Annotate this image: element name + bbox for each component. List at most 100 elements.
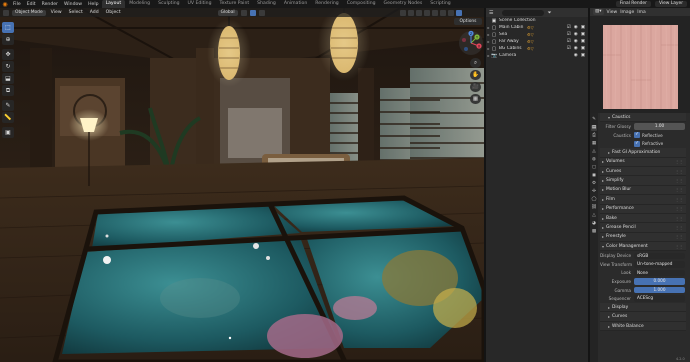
section-motion-blur[interactable]: ▸ Motion Blur ⋮⋮	[600, 185, 686, 196]
menu-help[interactable]: Help	[85, 2, 101, 7]
physics-tab-icon[interactable]: ◯	[591, 197, 597, 203]
eye-icon[interactable]: ◉	[574, 53, 578, 58]
workspace-tab-rendering[interactable]: Rendering	[311, 0, 342, 8]
outliner-search-input[interactable]	[502, 9, 545, 16]
outliner-row[interactable]: ▸ 📷 Camera ◉ ▣	[486, 52, 588, 59]
menu-select[interactable]: Select	[67, 10, 85, 15]
overlay-toggle-icon[interactable]	[416, 9, 422, 16]
section-volumes[interactable]: ▸ Volumes ⋮⋮	[600, 157, 686, 167]
section-film[interactable]: ▸ Film ⋮⋮	[600, 195, 686, 205]
section-color-management[interactable]: ▾ Color Management ⋮⋮	[600, 242, 686, 252]
camera-render-icon[interactable]: ▣	[581, 32, 585, 37]
wood-texture-preview[interactable]	[603, 25, 678, 109]
visibility-icon[interactable]	[400, 9, 406, 16]
outliner-row-scene-collection[interactable]: ▣ Scene Collection	[486, 17, 588, 24]
exposure-field[interactable]: 0.000	[634, 278, 685, 285]
section-white-balance[interactable]: ▸ White Balance	[600, 321, 686, 332]
gamma-field[interactable]: 1.000	[634, 286, 685, 294]
transform-orientation-selector[interactable]: Global	[217, 9, 238, 16]
workspace-tab-shading[interactable]: Shading	[253, 0, 280, 8]
section-simplify[interactable]: ▸ Simplify ⋮⋮	[600, 176, 686, 186]
filter-icon[interactable]: ⏷	[547, 10, 551, 16]
object-tab-icon[interactable]: ◼	[591, 173, 597, 179]
rotate-tool-button[interactable]: ↻	[2, 61, 14, 72]
eye-icon[interactable]: ◉	[574, 25, 578, 30]
image-editor-type-icon[interactable]: ▨▾	[593, 9, 604, 15]
move-tool-button[interactable]: ✥	[2, 49, 14, 60]
render-tab-icon[interactable]: ▤	[591, 125, 597, 131]
pivot-icon[interactable]	[240, 9, 247, 16]
options-button[interactable]: Options	[454, 18, 482, 25]
scale-tool-button[interactable]: ⬓	[2, 73, 14, 84]
eye-icon[interactable]: ◉	[574, 46, 578, 51]
workspace-tab-uv-editing[interactable]: UV Editing	[184, 0, 216, 8]
display-device-dropdown[interactable]: sRGB	[634, 252, 685, 260]
section-freestyle[interactable]: ▸ Freestyle ⋮⋮	[600, 232, 686, 243]
drag-handle-icon[interactable]: ⋮⋮	[675, 187, 686, 192]
view-layer-tab-icon[interactable]: ▦	[591, 141, 597, 147]
checkbox-icon[interactable]: ☑	[567, 32, 571, 37]
camera-render-icon[interactable]: ▣	[581, 53, 585, 58]
camera-view-button[interactable]: 🎥	[470, 82, 481, 92]
reflective-checkbox[interactable]: ✓	[634, 132, 640, 139]
pan-button[interactable]: ✋	[470, 70, 481, 80]
eye-icon[interactable]: ◉	[574, 39, 578, 44]
drag-handle-icon[interactable]: ⋮⋮	[675, 216, 686, 221]
drag-handle-icon[interactable]: ⋮⋮	[675, 234, 686, 239]
section-display[interactable]: ▸ Display	[600, 303, 686, 313]
gizmo-toggle-icon[interactable]	[408, 9, 414, 16]
workspace-tab-layout[interactable]: Layout	[101, 0, 126, 8]
select-tool-button[interactable]: ⬚	[2, 22, 14, 33]
menu-object[interactable]: Object	[104, 10, 123, 15]
drag-handle-icon[interactable]: ⋮⋮	[675, 159, 686, 164]
blender-logo-icon[interactable]: ◉	[0, 0, 10, 8]
workspace-tab-modeling[interactable]: Modeling	[125, 0, 154, 8]
viewport-3d[interactable]	[0, 8, 484, 362]
measure-tool-button[interactable]: 📏	[2, 112, 14, 123]
snap-icon[interactable]	[249, 9, 256, 16]
shading-material-icon[interactable]	[448, 9, 454, 16]
world-tab-icon[interactable]: ◍	[591, 157, 597, 163]
outliner-row[interactable]: ▸ ▢ Sea ⚙▽ ☑ ◉ ▣	[486, 31, 588, 38]
perspective-toggle-button[interactable]: ▦	[470, 94, 481, 104]
menu-view[interactable]: View	[607, 10, 618, 15]
workspace-tab-compositing[interactable]: Compositing	[343, 0, 380, 8]
annotate-tool-button[interactable]: ✎	[2, 100, 14, 111]
outliner-row[interactable]: ▸ ▢ BG Cabins ⚙▽ ☑ ◉ ▣	[486, 45, 588, 52]
particles-tab-icon[interactable]: ✣	[591, 189, 597, 195]
modifier-tab-icon[interactable]: ⚙	[591, 181, 597, 187]
scene-tab-icon[interactable]: ◬	[591, 149, 597, 155]
section-caustics[interactable]: ▾ Caustics	[600, 113, 686, 123]
output-tab-icon[interactable]: ⎙	[591, 133, 597, 139]
menu-window[interactable]: Window	[61, 2, 85, 7]
section-performance[interactable]: ▸ Performance ⋮⋮	[600, 204, 686, 214]
transform-tool-button[interactable]: ⧉	[2, 85, 14, 96]
workspace-tab-scripting[interactable]: Scripting	[426, 0, 454, 8]
shading-solid-icon[interactable]	[440, 9, 446, 16]
cursor-tool-button[interactable]: ⊕	[2, 34, 14, 45]
navigation-gizmo[interactable]: X Y Z	[458, 30, 484, 56]
collection-tab-icon[interactable]: ▢	[591, 165, 597, 171]
menu-image-extra[interactable]: Ima	[637, 10, 645, 15]
workspace-tab-geometry-nodes[interactable]: Geometry Nodes	[380, 0, 427, 8]
texture-tab-icon[interactable]: ▩	[591, 229, 597, 235]
section-cm-curves[interactable]: ▸ Curves	[600, 312, 686, 322]
section-fast-gi[interactable]: ▸ Fast GI Approximation	[600, 148, 686, 158]
drag-handle-icon[interactable]: ⋮⋮	[675, 244, 686, 249]
outliner-row[interactable]: ▸ ▢ Main Cabin ⚙▽ ☑ ◉ ▣	[486, 24, 588, 31]
shading-rendered-icon[interactable]	[456, 9, 462, 16]
mode-selector[interactable]: Object Mode	[12, 9, 46, 16]
section-bake[interactable]: ▸ Bake ⋮⋮	[600, 213, 686, 224]
camera-render-icon[interactable]: ▣	[581, 46, 585, 51]
drag-handle-icon[interactable]: ⋮⋮	[675, 206, 686, 211]
checkbox-icon[interactable]: ☑	[567, 46, 571, 51]
scene-selector[interactable]: Final Render	[615, 1, 651, 7]
outliner-editor-type-icon[interactable]: ☰	[489, 10, 493, 16]
zoom-button[interactable]: ⌕	[470, 58, 481, 68]
sequencer-dropdown[interactable]: ACEScg	[634, 295, 685, 302]
data-tab-icon[interactable]: △	[591, 213, 597, 219]
workspace-tab-texture-paint[interactable]: Texture Paint	[216, 0, 254, 8]
proportional-edit-icon[interactable]	[258, 9, 265, 16]
look-dropdown[interactable]: None	[634, 269, 685, 277]
workspace-tab-animation[interactable]: Animation	[280, 0, 311, 8]
